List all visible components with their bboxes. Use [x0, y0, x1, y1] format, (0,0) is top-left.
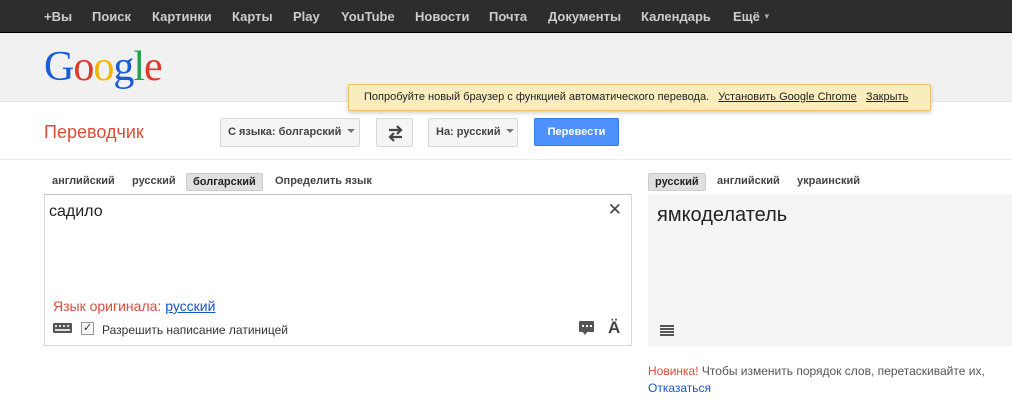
gbar-item-mail[interactable]: Почта	[489, 0, 527, 33]
new-badge: Новинка!	[648, 364, 699, 378]
notice-text: Попробуйте новый браузер с функцией авто…	[364, 91, 710, 103]
gbar-item-plus-you[interactable]: +Вы	[44, 0, 72, 33]
chevron-down-icon: ▼	[762, 12, 771, 21]
google-bar: +Вы Поиск Картинки Карты Play YouTube Но…	[0, 0, 1012, 33]
gbar-item-news[interactable]: Новости	[415, 0, 470, 33]
latin-input-label: Разрешить написание латиницей	[102, 323, 288, 337]
gbar-item-youtube[interactable]: YouTube	[341, 0, 395, 33]
detected-language-prefix: Язык оригинала:	[53, 298, 162, 314]
gbar-item-docs[interactable]: Документы	[548, 0, 621, 33]
page-title: Переводчик	[44, 122, 144, 142]
gbar-item-more[interactable]: Ещё ▼	[733, 0, 771, 33]
target-tab-english[interactable]: английский	[711, 173, 786, 191]
gbar-more-label: Ещё	[733, 9, 760, 24]
source-tab-russian[interactable]: русский	[126, 173, 182, 191]
latin-input-checkbox[interactable]: ✓	[81, 322, 94, 335]
logo-letter: e	[144, 44, 163, 90]
chevron-down-icon	[347, 129, 356, 133]
refuse-link[interactable]: Отказаться	[648, 381, 711, 395]
swap-arrows-icon	[388, 125, 403, 142]
target-tab-russian[interactable]: русский	[648, 173, 706, 191]
gbar-item-maps[interactable]: Карты	[232, 0, 273, 33]
google-logo[interactable]: Google	[44, 43, 163, 91]
keyboard-icon[interactable]	[53, 323, 72, 333]
virtual-keyboard-letter-icon[interactable]: Ä	[608, 318, 620, 338]
source-tab-english[interactable]: английский	[46, 173, 121, 191]
source-text-input[interactable]: садило	[49, 203, 103, 221]
gbar-item-calendar[interactable]: Календарь	[641, 0, 711, 33]
translate-button[interactable]: Перевести	[534, 118, 619, 146]
source-tab-bulgarian[interactable]: болгарский	[186, 173, 263, 191]
logo-letter: o	[93, 44, 114, 90]
translation-result[interactable]: ямкоделатель	[657, 204, 787, 227]
detected-language-link[interactable]: русский	[165, 298, 215, 314]
source-text-box[interactable]: садило ✕ Язык оригинала: русский ✓ Разре…	[44, 194, 632, 346]
detected-language: Язык оригинала: русский	[53, 298, 215, 314]
target-language-select[interactable]: На: русский	[428, 118, 518, 147]
gbar-item-play[interactable]: Play	[293, 0, 320, 33]
new-feature-text: Чтобы изменить порядок слов, перетаскива…	[701, 364, 985, 378]
comment-icon[interactable]	[579, 321, 594, 335]
target-tab-ukrainian[interactable]: украинский	[791, 173, 866, 191]
logo-letter: g	[113, 44, 134, 90]
list-icon[interactable]	[660, 325, 674, 337]
new-feature-note: Новинка! Чтобы изменить порядок слов, пе…	[648, 364, 985, 378]
target-language-label: На: русский	[436, 126, 501, 138]
source-tab-detect[interactable]: Определить язык	[269, 173, 378, 191]
logo-letter: o	[73, 44, 94, 90]
result-panel: ямкоделатель	[648, 194, 1012, 346]
chrome-promo-notice: Попробуйте новый браузер с функцией авто…	[348, 84, 931, 111]
swap-languages-button[interactable]	[376, 118, 413, 147]
divider	[0, 159, 1012, 160]
gbar-item-images[interactable]: Картинки	[152, 0, 212, 33]
close-notice-link[interactable]: Закрыть	[866, 91, 908, 103]
clear-icon[interactable]: ✕	[608, 200, 622, 220]
logo-letter: G	[44, 44, 74, 90]
source-language-select[interactable]: С языка: болгарский	[220, 118, 360, 147]
chevron-down-icon	[506, 129, 515, 133]
logo-letter: l	[133, 44, 145, 90]
install-chrome-link[interactable]: Установить Google Chrome	[718, 91, 856, 103]
gbar-item-search[interactable]: Поиск	[92, 0, 131, 33]
source-language-label: С языка: болгарский	[228, 126, 342, 138]
